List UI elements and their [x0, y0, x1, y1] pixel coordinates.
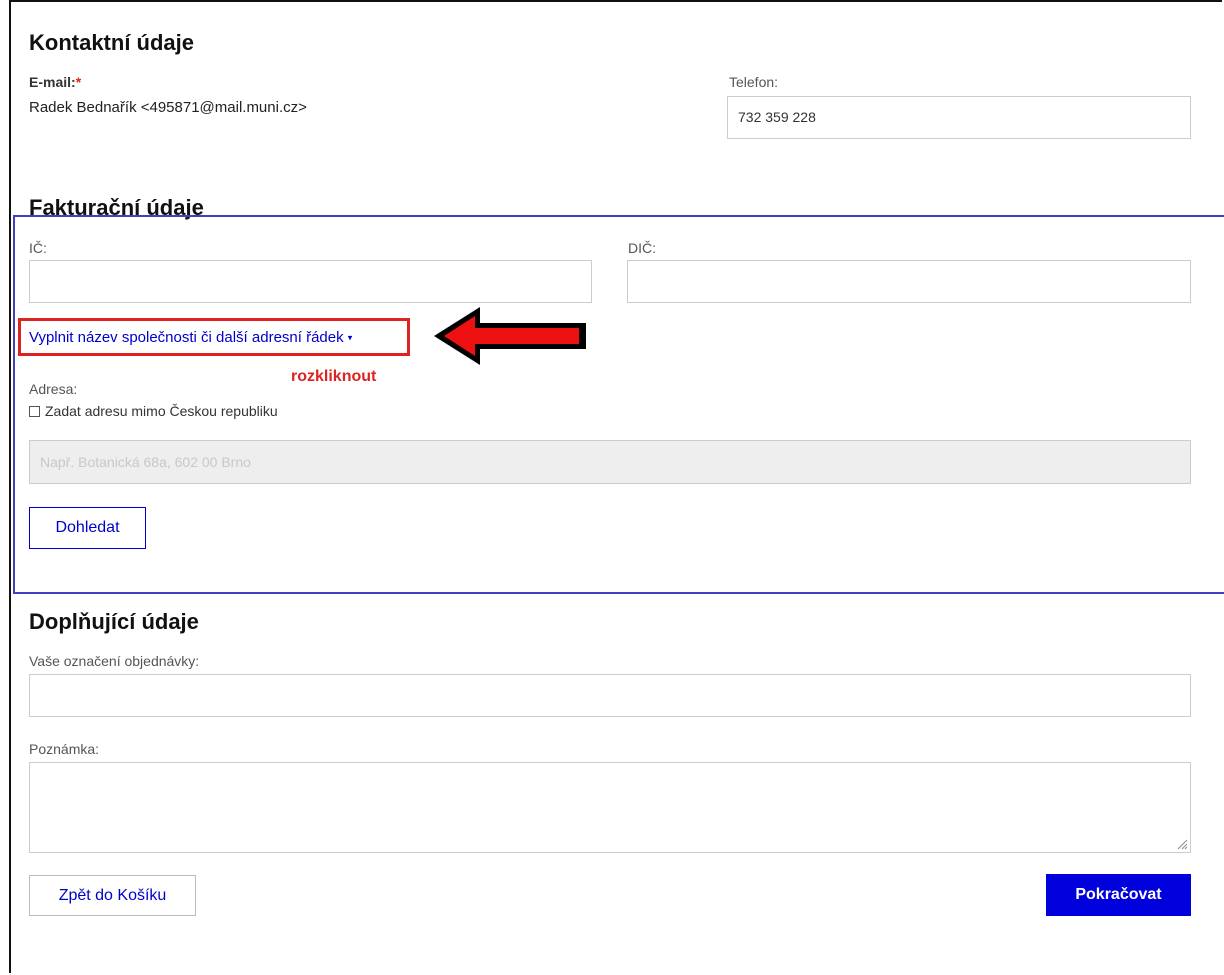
red-arrow-icon [434, 307, 586, 365]
note-label: Poznámka: [29, 741, 100, 757]
resize-grip-icon[interactable] [1176, 838, 1188, 850]
order-ref-label: Vaše označení objednávky: [29, 653, 200, 669]
email-label: E-mail:* [29, 74, 81, 90]
company-name-toggle-label: Vyplnit název společnosti či další adres… [29, 329, 344, 346]
foreign-address-checkbox-row[interactable]: Zadat adresu mimo Českou republiku [29, 403, 278, 419]
company-name-toggle-link[interactable]: Vyplnit název společnosti či další adres… [29, 329, 352, 346]
dic-label: DIČ: [628, 240, 656, 256]
contact-section-title: Kontaktní údaje [29, 30, 195, 55]
dic-input[interactable] [627, 260, 1191, 303]
note-textarea[interactable] [29, 762, 1191, 853]
annotation-label: rozkliknout [291, 368, 377, 385]
address-label: Adresa: [29, 381, 78, 397]
ic-input[interactable] [29, 260, 592, 303]
caret-down-icon: ▾ [347, 332, 353, 343]
back-to-cart-button[interactable]: Zpět do Košíku [29, 875, 196, 916]
additional-section-title: Doplňující údaje [29, 609, 199, 634]
required-mark: * [75, 74, 82, 90]
order-ref-input[interactable] [29, 674, 1191, 717]
email-label-text: E-mail: [29, 74, 76, 90]
foreign-address-checkbox[interactable] [29, 405, 40, 417]
email-value: Radek Bednařík <495871@mail.muni.cz> [29, 99, 307, 116]
continue-button[interactable]: Pokračovat [1046, 874, 1191, 916]
phone-label: Telefon: [729, 74, 779, 90]
address-input[interactable]: Např. Botanická 68a, 602 00 Brno [29, 440, 1191, 484]
phone-input[interactable]: 732 359 228 [727, 96, 1191, 139]
lookup-button[interactable]: Dohledat [29, 507, 146, 549]
ic-label: IČ: [29, 240, 47, 256]
foreign-address-label: Zadat adresu mimo Českou republiku [45, 403, 278, 419]
